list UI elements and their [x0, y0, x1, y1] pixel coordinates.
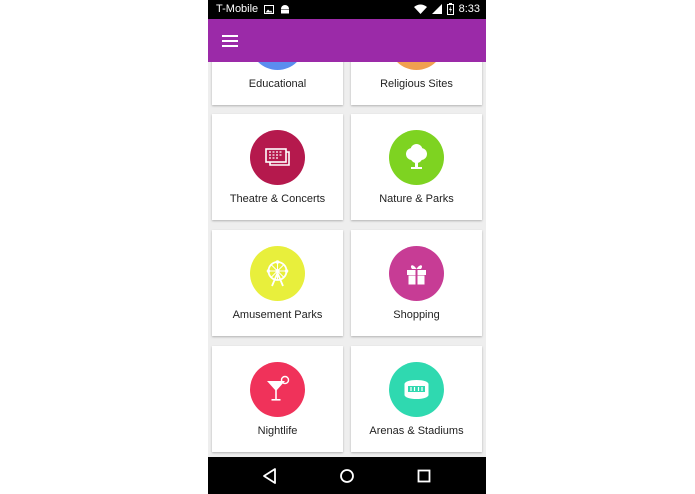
back-icon[interactable] — [260, 466, 280, 486]
app-bar — [208, 19, 486, 62]
book-icon — [250, 62, 305, 70]
category-label: Educational — [248, 78, 307, 90]
category-label: Nature & Parks — [379, 193, 454, 205]
category-grid: Educational Religious Sites Theatre & Co… — [208, 62, 486, 457]
tree-icon — [389, 130, 444, 185]
category-card-nightlife[interactable]: Nightlife — [212, 346, 343, 452]
carrier-label: T-Mobile — [216, 3, 259, 15]
wifi-icon — [413, 4, 427, 14]
battery-icon — [446, 3, 454, 15]
phone-screen: T-Mobile 8:33 Educational Religious Site… — [208, 0, 486, 494]
ticket-icon — [250, 130, 305, 185]
recents-icon[interactable] — [414, 466, 434, 486]
category-card-educational[interactable]: Educational — [212, 62, 343, 105]
navigation-bar — [208, 457, 486, 494]
image-notification-icon — [264, 4, 275, 14]
hamburger-menu-icon[interactable] — [222, 35, 238, 47]
gift-icon — [389, 246, 444, 301]
church-icon — [389, 62, 444, 70]
category-label: Theatre & Concerts — [229, 193, 326, 205]
stadium-icon — [389, 362, 444, 417]
category-card-arenas-stadiums[interactable]: Arenas & Stadiums — [351, 346, 482, 452]
android-notification-icon — [281, 4, 290, 13]
cocktail-icon — [250, 362, 305, 417]
home-icon[interactable] — [337, 466, 357, 486]
category-card-religious-sites[interactable]: Religious Sites — [351, 62, 482, 105]
ferris-wheel-icon — [250, 246, 305, 301]
clock: 8:33 — [458, 3, 480, 15]
category-card-shopping[interactable]: Shopping — [351, 230, 482, 336]
category-card-nature-parks[interactable]: Nature & Parks — [351, 114, 482, 220]
category-card-amusement-parks[interactable]: Amusement Parks — [212, 230, 343, 336]
status-bar: T-Mobile 8:33 — [208, 0, 486, 19]
category-card-theatre-concerts[interactable]: Theatre & Concerts — [212, 114, 343, 220]
category-label: Amusement Parks — [232, 309, 323, 321]
category-label: Religious Sites — [380, 78, 453, 90]
category-label: Shopping — [393, 309, 440, 321]
category-label: Nightlife — [257, 425, 298, 437]
category-label: Arenas & Stadiums — [369, 425, 464, 437]
cell-signal-icon — [431, 4, 442, 14]
